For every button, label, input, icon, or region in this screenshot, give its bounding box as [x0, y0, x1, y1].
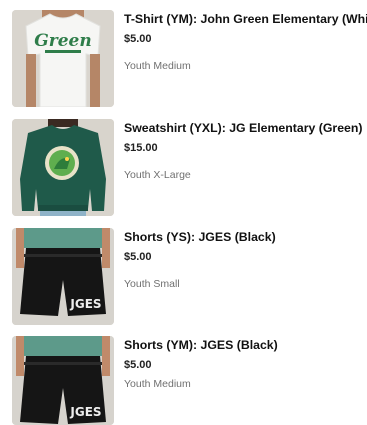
product-item[interactable]: JGES Shorts (YM): JGES (Black) $5.00 You… [12, 336, 367, 425]
product-title[interactable]: Shorts (YS): JGES (Black) [124, 230, 367, 245]
product-title[interactable]: Sweatshirt (YXL): JG Elementary (Green) [124, 121, 367, 136]
product-image-sweatshirt[interactable] [12, 119, 114, 216]
product-image-shorts[interactable]: JGES [12, 336, 114, 425]
product-price: $5.00 [124, 251, 152, 263]
product-image-tshirt[interactable]: Green [12, 10, 114, 107]
product-size: Youth X-Large [124, 169, 191, 181]
product-price: $15.00 [124, 142, 158, 154]
product-size: Youth Medium [124, 60, 191, 72]
shorts-print-text: JGES [69, 405, 101, 419]
product-price: $5.00 [124, 359, 152, 371]
product-size: Youth Medium [124, 378, 191, 390]
product-item[interactable]: JGES Shorts (YS): JGES (Black) $5.00 You… [12, 228, 367, 326]
shorts-print-text: JGES [69, 297, 101, 311]
tshirt-print-text: Green [34, 31, 91, 51]
product-title[interactable]: Shorts (YM): JGES (Black) [124, 338, 367, 353]
product-item[interactable]: Sweatshirt (YXL): JG Elementary (Green) … [12, 119, 367, 217]
product-title[interactable]: T-Shirt (YM): John Green Elementary (Whi… [124, 12, 367, 27]
product-price: $5.00 [124, 33, 152, 45]
product-image-shorts[interactable]: JGES [12, 228, 114, 325]
product-item[interactable]: Green T-Shirt (YM): John Green Elementar… [12, 10, 367, 108]
product-list: Green T-Shirt (YM): John Green Elementar… [0, 0, 367, 425]
product-size: Youth Small [124, 278, 180, 290]
